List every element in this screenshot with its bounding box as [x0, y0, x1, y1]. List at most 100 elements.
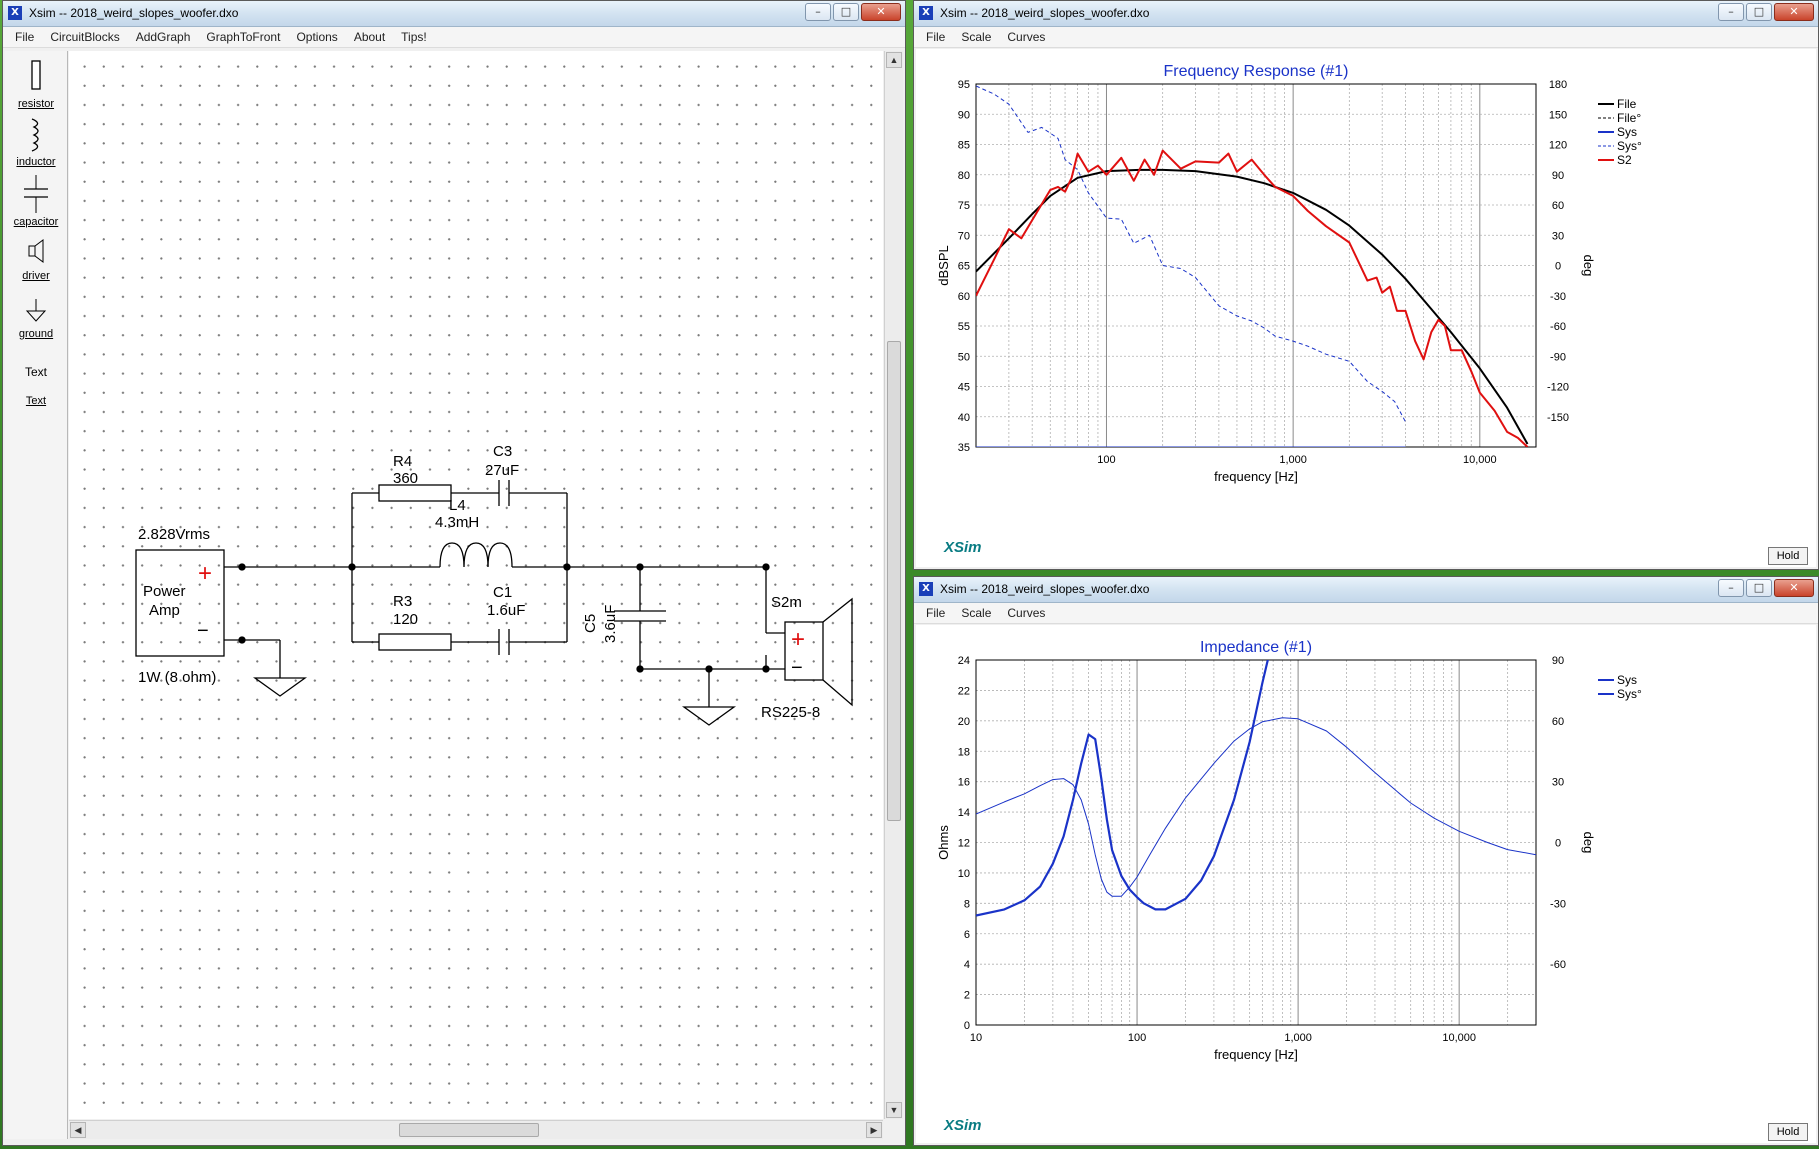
r4-name: R4	[393, 453, 412, 470]
y-tick-label: 85	[958, 140, 970, 152]
maximize-button[interactable]: □	[1746, 579, 1772, 597]
y-tick-label: 60	[958, 291, 970, 303]
y-tick-label: 75	[958, 200, 970, 212]
xsim-logo: XSim	[944, 539, 982, 556]
y-tick-label: 35	[958, 442, 970, 454]
close-button[interactable]: ✕	[861, 3, 901, 21]
y-tick-label: 70	[958, 230, 970, 242]
minimize-button[interactable]: –	[1718, 3, 1744, 21]
schematic-canvas[interactable]: 2.828Vrms Power Amp 1W (8 ohm) R4 360 C3…	[69, 51, 883, 1119]
menu-curves[interactable]: Curves	[999, 27, 1053, 47]
minimize-button[interactable]: –	[1718, 579, 1744, 597]
plot-area[interactable]: 35 40 45 50 55 60 65 70 75 80 85 90 95 -150 -120 -90 -60…	[916, 49, 1816, 567]
tool-text[interactable]: Text	[5, 365, 67, 379]
title-bar[interactable]: X Xsim -- 2018_weird_slopes_woofer.dxo –…	[914, 577, 1818, 603]
driver-name: S2m	[771, 594, 802, 611]
maximize-button[interactable]: □	[1746, 3, 1772, 21]
x-tick-label: 1,000	[1284, 1032, 1312, 1044]
window-title: Xsim -- 2018_weird_slopes_woofer.dxo	[940, 6, 1150, 20]
tool-label: driver	[22, 270, 50, 282]
y-tick-label: 8	[964, 898, 970, 910]
x-axis-label: frequency [Hz]	[1214, 469, 1298, 484]
circuit-diagram: 2.828Vrms Power Amp 1W (8 ohm) R4 360 C3…	[135, 443, 853, 726]
menu-curves[interactable]: Curves	[999, 603, 1053, 623]
y2-tick-label: 0	[1555, 261, 1561, 273]
y-tick-label: 0	[964, 1020, 970, 1032]
text-icon: Text	[24, 365, 47, 379]
menu-tips[interactable]: Tips!	[393, 27, 435, 47]
vertical-scrollbar[interactable]: ▲ ▼	[884, 51, 903, 1119]
horizontal-scroll-thumb[interactable]	[399, 1123, 539, 1137]
menu-graphtofront[interactable]: GraphToFront	[198, 27, 288, 47]
legend-label: Sys°	[1617, 139, 1642, 153]
frequency-response-chart: 35 40 45 50 55 60 65 70 75 80 85 90 95 -150 -120 -90 -60…	[936, 63, 1642, 484]
y-tick-label: 22	[958, 685, 970, 697]
tool-text-link[interactable]: Text	[5, 395, 67, 407]
driver-icon	[28, 239, 44, 263]
x-tick-label: 10	[970, 1032, 982, 1044]
plot-area[interactable]: 0 2 4 6 8 10 12 14 16 18 20 22 24 -60 -30 0 30 60 90 10 100 1…	[916, 625, 1816, 1143]
legend-label: Sys	[1617, 125, 1637, 139]
y2-tick-label: 30	[1552, 230, 1564, 242]
menu-scale[interactable]: Scale	[953, 603, 999, 623]
x-tick-label: 10,000	[1463, 454, 1497, 466]
x-axis-label: frequency [Hz]	[1214, 1047, 1298, 1062]
tool-capacitor[interactable]: capacitor	[5, 175, 67, 228]
scroll-right-arrow-icon[interactable]: ▶	[866, 1122, 882, 1138]
hold-button[interactable]: Hold	[1768, 1123, 1808, 1141]
xsim-logo: XSim	[944, 1117, 982, 1134]
driver-minus-sign: −	[791, 657, 803, 679]
maximize-button[interactable]: □	[833, 3, 859, 21]
y-tick-label: 24	[958, 655, 970, 667]
menu-addgraph[interactable]: AddGraph	[128, 27, 199, 47]
menu-about[interactable]: About	[346, 27, 393, 47]
horizontal-scrollbar[interactable]: ◀ ▶	[69, 1120, 883, 1139]
close-button[interactable]: ✕	[1774, 579, 1814, 597]
tool-ground[interactable]: ground	[5, 297, 67, 340]
x-tick-label: 100	[1097, 454, 1115, 466]
close-button[interactable]: ✕	[1774, 3, 1814, 21]
driver-model: RS225-8	[761, 704, 820, 721]
app-icon: X	[8, 6, 22, 20]
y-axis-label: dBSPL	[936, 245, 951, 285]
vertical-scroll-thumb[interactable]	[887, 341, 901, 821]
legend-label: Sys	[1617, 673, 1637, 687]
tool-driver[interactable]: driver	[5, 237, 67, 282]
menu-bar: File CircuitBlocks AddGraph GraphToFront…	[3, 27, 905, 48]
scroll-up-arrow-icon[interactable]: ▲	[886, 52, 902, 68]
amp-plus-sign: +	[198, 560, 212, 587]
tool-resistor[interactable]: resistor	[5, 57, 67, 110]
resistor-r3[interactable]	[378, 633, 452, 651]
window-title: Xsim -- 2018_weird_slopes_woofer.dxo	[940, 582, 1150, 596]
series-line-sys	[976, 660, 1269, 917]
y2-tick-label: -60	[1550, 959, 1566, 971]
title-bar[interactable]: X Xsim -- 2018_weird_slopes_woofer.dxo –…	[914, 1, 1818, 27]
y-tick-label: 90	[958, 109, 970, 121]
r3-name: R3	[393, 593, 412, 610]
frequency-response-window[interactable]: X Xsim -- 2018_weird_slopes_woofer.dxo –…	[913, 0, 1819, 570]
menu-options[interactable]: Options	[288, 27, 345, 47]
y-tick-label: 65	[958, 261, 970, 273]
amp-minus-sign: −	[197, 620, 209, 642]
y-tick-label: 2	[964, 990, 970, 1002]
impedance-window[interactable]: X Xsim -- 2018_weird_slopes_woofer.dxo –…	[913, 576, 1819, 1146]
title-bar[interactable]: X Xsim -- 2018_weird_slopes_woofer.dxo –…	[3, 1, 905, 27]
hold-button[interactable]: Hold	[1768, 547, 1808, 565]
menu-scale[interactable]: Scale	[953, 27, 999, 47]
l4-name: L4	[449, 497, 466, 514]
amp-power-label: 1W (8 ohm)	[138, 669, 216, 686]
menu-file[interactable]: File	[918, 27, 953, 47]
x-tick-label: 10,000	[1442, 1032, 1476, 1044]
menu-file[interactable]: File	[7, 27, 42, 47]
inductor-l4[interactable]	[439, 542, 513, 568]
y2-tick-label: 30	[1552, 777, 1564, 789]
resistor-r4[interactable]	[378, 484, 452, 502]
y2-tick-label: 90	[1552, 655, 1564, 667]
tool-inductor[interactable]: inductor	[5, 117, 67, 168]
menu-circuitblocks[interactable]: CircuitBlocks	[42, 27, 127, 47]
scroll-down-arrow-icon[interactable]: ▼	[886, 1102, 902, 1118]
minimize-button[interactable]: –	[805, 3, 831, 21]
menu-file[interactable]: File	[918, 603, 953, 623]
schematic-window[interactable]: X Xsim -- 2018_weird_slopes_woofer.dxo –…	[2, 0, 906, 1146]
scroll-left-arrow-icon[interactable]: ◀	[70, 1122, 86, 1138]
